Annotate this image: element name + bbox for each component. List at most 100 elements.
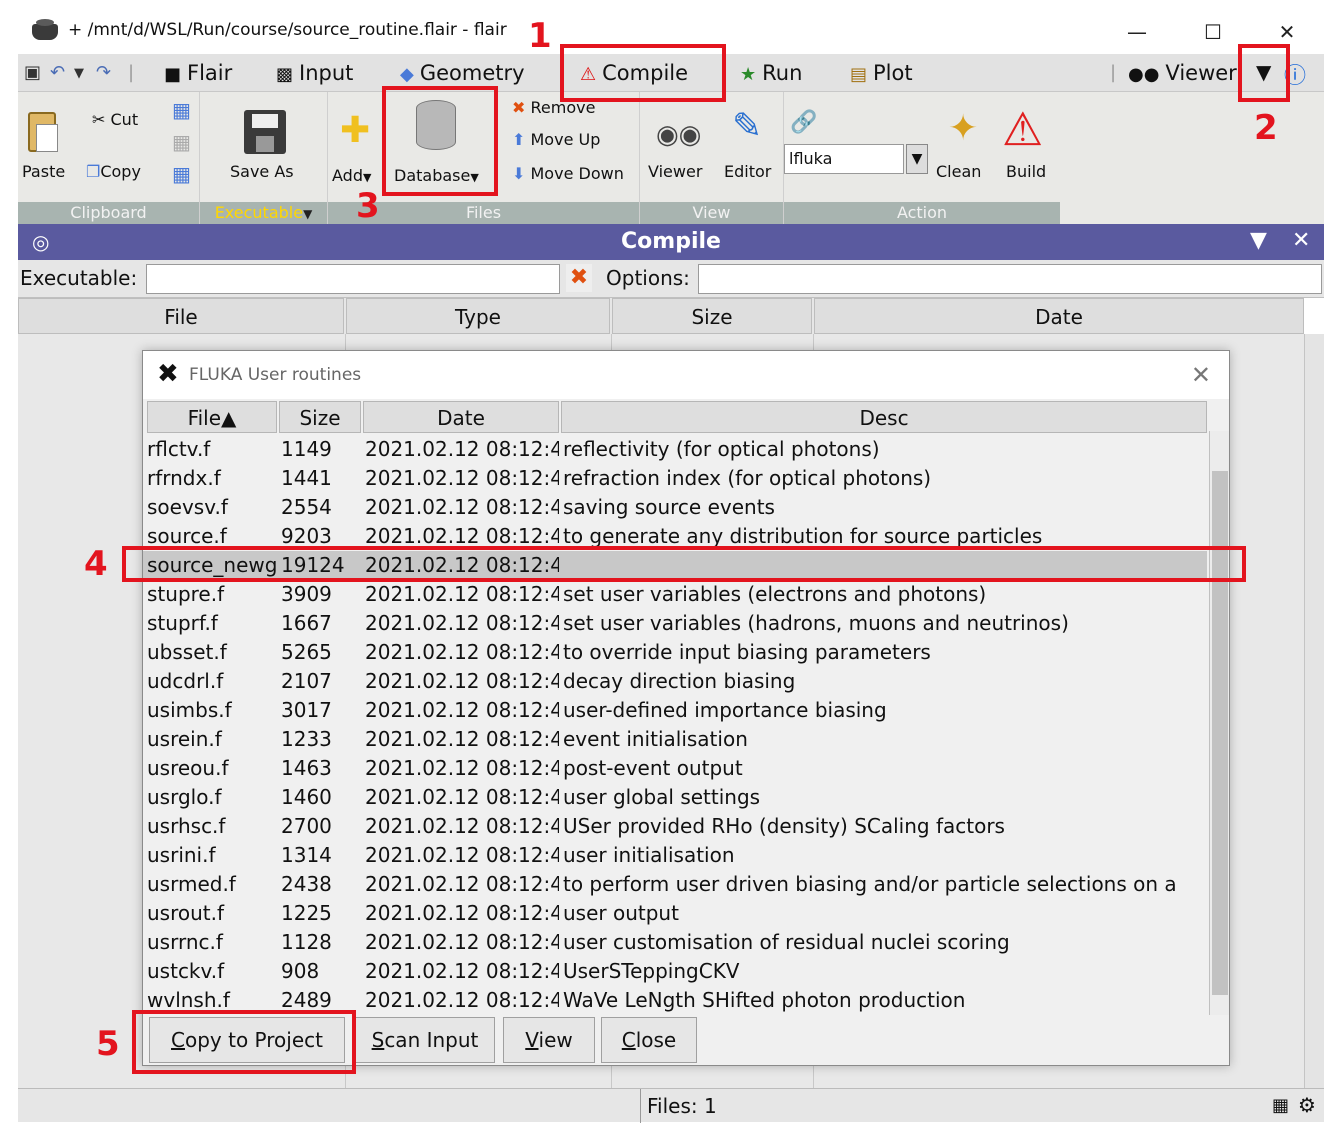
routine-file-cell: stupre.f [147, 582, 225, 606]
routine-row[interactable]: usimbs.f 3017 2021.02.12 08:12:4 user-defin… [143, 696, 1207, 725]
routine-file-cell: usrini.f [147, 843, 216, 867]
routine-row[interactable]: soevsv.f 2554 2021.02.12 08:12:4 saving sou… [143, 493, 1207, 522]
routine-desc-cell: user customisation of residual nuclei sc… [563, 930, 1010, 954]
routines-scrollbar[interactable] [1209, 431, 1229, 1015]
menu-flair[interactable]: ■ Flair [164, 54, 232, 92]
add-button[interactable]: Add▼ [332, 166, 371, 185]
view-button[interactable]: View [503, 1017, 595, 1063]
clear-executable-icon[interactable]: ✖ [566, 264, 592, 292]
compiler-dropdown-icon[interactable]: ▼ [906, 144, 928, 174]
routine-date-cell: 2021.02.12 08:12:4 [365, 901, 559, 925]
routine-row[interactable]: rflctv.f 1149 2021.02.12 08:12:4 reflectivi… [143, 435, 1207, 464]
save-as-button[interactable]: Save As [230, 162, 294, 181]
routine-row[interactable]: usreou.f 1463 2021.02.12 08:12:4 post-event… [143, 754, 1207, 783]
routine-size-cell: 1667 [281, 611, 332, 635]
routine-row[interactable]: stuprf.f 1667 2021.02.12 08:12:4 set user v… [143, 609, 1207, 638]
annotation-box-copy-button [132, 1010, 356, 1074]
dialog-column-date[interactable]: Date [363, 401, 559, 433]
routine-file-cell: rflctv.f [147, 437, 211, 461]
routine-desc-cell: refraction index (for optical photons) [563, 466, 932, 490]
dialog-column-desc[interactable]: Desc [561, 401, 1207, 433]
routine-size-cell: 3909 [281, 582, 332, 606]
remove-icon: ✖ [512, 98, 526, 117]
routine-date-cell: 2021.02.12 08:12:4 [365, 495, 559, 519]
undo-dropdown-icon[interactable]: ▼ [74, 66, 84, 81]
dialog-close-icon[interactable]: ✕ [1191, 361, 1211, 389]
routine-size-cell: 1314 [281, 843, 332, 867]
paste-button[interactable]: Paste [22, 162, 65, 181]
dialog-column-file[interactable]: File▲ [147, 401, 277, 433]
viewer-button[interactable]: Viewer [648, 162, 702, 181]
select-none-icon[interactable]: ▦ [172, 130, 191, 154]
move-down-button[interactable]: ⬇ Move Down [512, 164, 624, 183]
routine-row[interactable]: usrhsc.f 2700 2021.02.12 08:12:4 USer provi… [143, 812, 1207, 841]
executable-group-dropdown[interactable]: Executable▼ [200, 202, 327, 224]
executable-input[interactable] [146, 264, 560, 294]
routine-row[interactable]: usrini.f 1314 2021.02.12 08:12:4 user initi… [143, 841, 1207, 870]
save-icon[interactable]: ▣ [24, 62, 41, 83]
routine-file-cell: stuprf.f [147, 611, 218, 635]
clean-button[interactable]: Clean [936, 162, 981, 181]
column-file[interactable]: File [18, 298, 344, 334]
routine-row[interactable]: rfrndx.f 1441 2021.02.12 08:12:4 refraction… [143, 464, 1207, 493]
scissors-icon: ✂ [92, 110, 106, 129]
compiler-select[interactable]: lfluka [784, 144, 904, 174]
maximize-button[interactable]: ☐ [1184, 16, 1242, 48]
column-date[interactable]: Date [814, 298, 1304, 334]
cut-button[interactable]: ✂ Cut [92, 110, 138, 129]
routine-row[interactable]: ubsset.f 5265 2021.02.12 08:12:4 to overrid… [143, 638, 1207, 667]
menu-input[interactable]: ▩ Input [276, 54, 353, 92]
routine-size-cell: 1128 [281, 930, 332, 954]
chevron-down-icon: ▼ [303, 207, 313, 221]
panel-close-icon[interactable]: ✕ [1292, 228, 1310, 253]
paste-icon [28, 112, 58, 152]
viewer-eyes-icon: ◉◉ [656, 120, 702, 150]
routine-size-cell: 5265 [281, 640, 332, 664]
routine-date-cell: 2021.02.12 08:12:4 [365, 669, 559, 693]
plot-icon: ▤ [850, 64, 868, 85]
routine-desc-cell: UserSTeppingCKV [563, 959, 740, 983]
annotation-box-compile [560, 44, 726, 102]
menu-plot[interactable]: ▤ Plot [850, 54, 913, 92]
scan-input-button[interactable]: Scan Input [355, 1017, 495, 1063]
build-button[interactable]: Build [1006, 162, 1046, 181]
routines-list: rflctv.f 1149 2021.02.12 08:12:4 reflectivi… [143, 435, 1207, 1015]
minimize-button[interactable]: — [1108, 16, 1166, 48]
options-input[interactable] [698, 264, 1322, 294]
routine-row[interactable]: usrmed.f 2438 2021.02.12 08:12:4 to perform… [143, 870, 1207, 899]
routine-row[interactable]: usrrnc.f 1128 2021.02.12 08:12:4 user custo… [143, 928, 1207, 957]
dialog-column-size[interactable]: Size [279, 401, 361, 433]
move-up-button[interactable]: ⬆ Move Up [512, 130, 600, 149]
close-dialog-button[interactable]: Close [601, 1017, 697, 1063]
invert-selection-icon[interactable]: ▦ [172, 162, 191, 186]
build-warning-icon: ⚠ [1002, 102, 1044, 156]
terminal-icon[interactable]: ▦ [1272, 1095, 1289, 1116]
annotation-box-selected-row [122, 546, 1246, 582]
copy-button[interactable]: ❐Copy [86, 162, 141, 181]
routine-row[interactable]: ustckv.f 908 2021.02.12 08:12:4 UserSTeppin… [143, 957, 1207, 986]
select-all-icon[interactable]: ▦ [172, 98, 191, 122]
dialog-title: FLUKA User routines [189, 365, 362, 385]
status-bar: Files: 1 ▦ ⚙ [18, 1088, 1324, 1123]
files-table-scrollbar[interactable] [1304, 334, 1324, 1088]
routine-row[interactable]: usrglo.f 1460 2021.02.12 08:12:4 user globa… [143, 783, 1207, 812]
compile-panel-title: Compile [621, 229, 721, 254]
editor-button[interactable]: Editor [724, 162, 771, 181]
menu-run[interactable]: ★ Run [740, 54, 802, 92]
routine-size-cell: 1460 [281, 785, 332, 809]
annotation-number: 1 [528, 16, 552, 56]
menu-viewer[interactable]: ●● Viewer [1128, 54, 1237, 92]
tools-icon[interactable]: ⚙ [1298, 1093, 1316, 1117]
undo-icon[interactable]: ↶ [50, 62, 65, 83]
routine-row[interactable]: usrout.f 1225 2021.02.12 08:12:4 user outpu… [143, 899, 1207, 928]
routine-row[interactable]: usrein.f 1233 2021.02.12 08:12:4 event init… [143, 725, 1207, 754]
redo-icon[interactable]: ↷ [96, 62, 111, 83]
ribbon-group-executable: Save As Executable▼ [200, 92, 328, 224]
column-type[interactable]: Type [346, 298, 610, 334]
routine-date-cell: 2021.02.12 08:12:4 [365, 930, 559, 954]
routine-row[interactable]: stupre.f 3909 2021.02.12 08:12:4 set user v… [143, 580, 1207, 609]
column-size[interactable]: Size [612, 298, 812, 334]
routine-row[interactable]: udcdrl.f 2107 2021.02.12 08:12:4 decay dire… [143, 667, 1207, 696]
routine-desc-cell: event initialisation [563, 727, 748, 751]
panel-dropdown-icon[interactable]: ▼ [1250, 228, 1267, 253]
